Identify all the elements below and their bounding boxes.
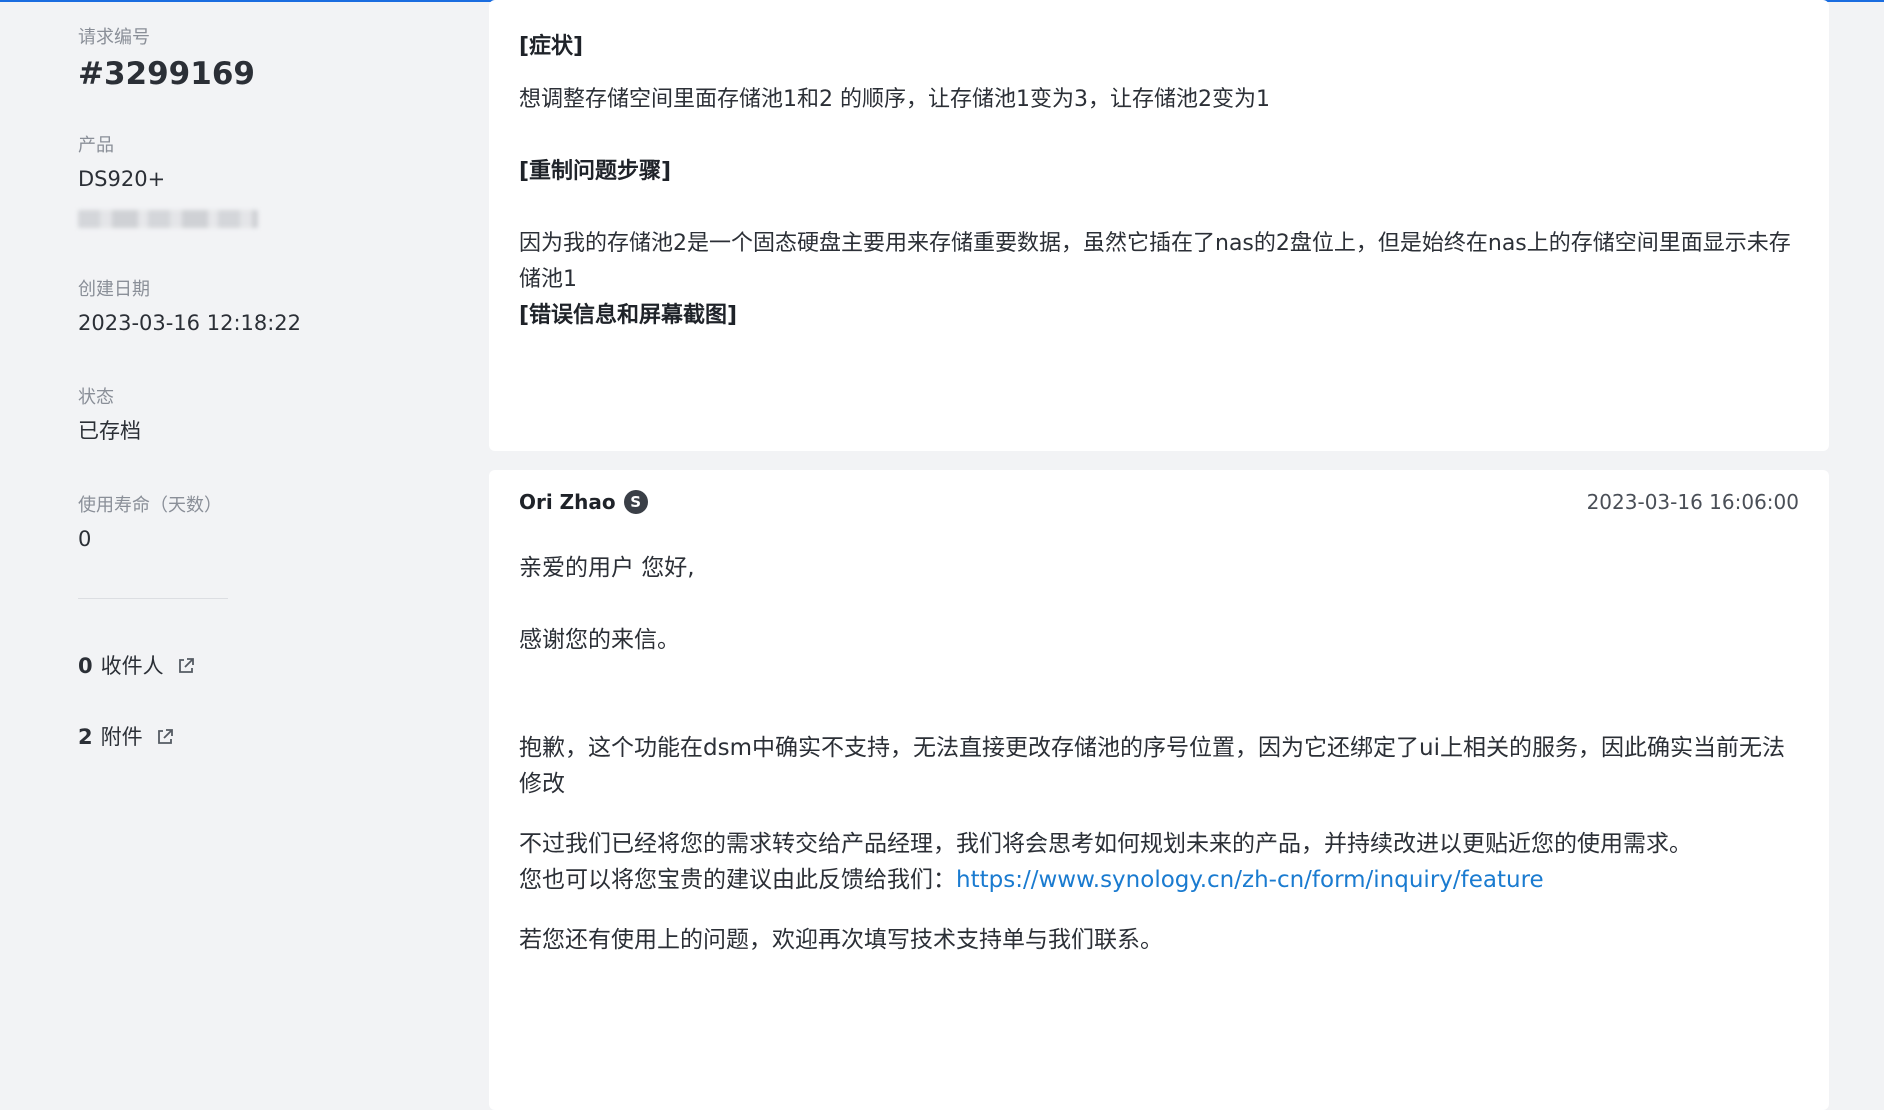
- request-id-value: #3299169: [78, 56, 255, 92]
- reply-timestamp: 2023-03-16 16:06:00: [1586, 490, 1799, 514]
- product-value: DS920+: [78, 167, 166, 191]
- author-name: Ori Zhao: [519, 490, 616, 514]
- error-heading: [错误信息和屏幕截图]: [519, 303, 738, 328]
- status-value: 已存档: [78, 419, 141, 443]
- feedback-prefix: 您也可以将您宝贵的建议由此反馈给我们：: [519, 867, 956, 893]
- reply-closing: 若您还有使用上的问题，欢迎再次填写技术支持单与我们联系。: [519, 927, 1163, 953]
- reply-paragraph-2: 不过我们已经将您的需求转交给产品经理，我们将会思考如何规划未来的产品，并持续改进…: [519, 831, 1692, 857]
- status-label: 状态: [78, 387, 114, 408]
- reply-card: Ori Zhao S 2023-03-16 16:06:00 亲爱的用户 您好,…: [489, 470, 1829, 1110]
- reply-body: 亲爱的用户 您好, 感谢您的来信。 抱歉，这个功能在dsm中确实不支持，无法直接…: [519, 550, 1799, 958]
- request-id-label: 请求编号: [78, 27, 150, 48]
- external-link-icon[interactable]: [155, 727, 175, 747]
- redacted-serial-number: [78, 210, 258, 228]
- repro-heading: [重制问题步骤]: [519, 159, 672, 184]
- reply-thanks: 感谢您的来信。: [519, 627, 680, 653]
- symptom-text: 想调整存储空间里面存储池1和2 的顺序，让存储池1变为3，让存储池2变为1: [519, 87, 1270, 112]
- attachments-count: 2: [78, 725, 93, 749]
- request-id-field: 请求编号 #3299169: [78, 26, 398, 134]
- repro-text: 因为我的存储池2是一个固态硬盘主要用来存储重要数据，虽然它插在了nas的2盘位上…: [519, 231, 1791, 292]
- created-date-value: 2023-03-16 12:18:22: [78, 311, 302, 335]
- attachments-label: 附件: [100, 725, 143, 749]
- created-date-label: 创建日期: [78, 279, 150, 300]
- lifetime-field: 使用寿命（天数） 0: [78, 494, 398, 594]
- feedback-link[interactable]: https://www.synology.cn/zh-cn/form/inqui…: [956, 867, 1544, 893]
- reply-greeting: 亲爱的用户 您好,: [519, 555, 695, 581]
- ticket-sidebar: 请求编号 #3299169 产品 DS920+ 创建日期 2023-03-16 …: [78, 26, 398, 793]
- lifetime-value: 0: [78, 527, 92, 551]
- created-date-field: 创建日期 2023-03-16 12:18:22: [78, 278, 398, 386]
- sidebar-divider: [78, 598, 228, 599]
- reply-content: Ori Zhao S 2023-03-16 16:06:00 亲爱的用户 您好,…: [519, 484, 1799, 958]
- symptom-heading: [症状]: [519, 34, 584, 59]
- lifetime-label: 使用寿命（天数）: [78, 495, 222, 516]
- external-link-icon[interactable]: [176, 656, 196, 676]
- ticket-description-body: [症状] 想调整存储空间里面存储池1和2 的顺序，让存储池1变为3，让存储池2变…: [519, 29, 1799, 334]
- status-field: 状态 已存档: [78, 386, 398, 494]
- reply-paragraph-1: 抱歉，这个功能在dsm中确实不支持，无法直接更改存储池的序号位置，因为它还绑定了…: [519, 735, 1785, 797]
- ticket-description-card: [症状] 想调整存储空间里面存储池1和2 的顺序，让存储池1变为3，让存储池2变…: [489, 0, 1829, 451]
- recipients-link[interactable]: 0 收件人: [78, 651, 398, 681]
- product-label: 产品: [78, 135, 114, 156]
- product-field: 产品 DS920+: [78, 134, 398, 278]
- reply-feedback-line: 您也可以将您宝贵的建议由此反馈给我们：https://www.synology.…: [519, 862, 1799, 898]
- reply-header: Ori Zhao S 2023-03-16 16:06:00: [519, 484, 1799, 520]
- staff-badge-icon: S: [623, 490, 648, 514]
- attachments-link[interactable]: 2 附件: [78, 722, 398, 752]
- reply-author: Ori Zhao S: [519, 490, 648, 514]
- recipients-count: 0: [78, 654, 93, 678]
- recipients-label: 收件人: [100, 654, 164, 678]
